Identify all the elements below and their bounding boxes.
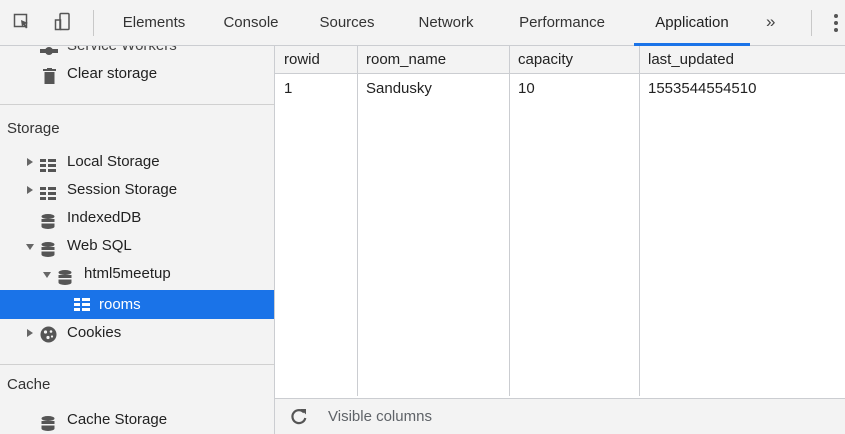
- expand-arrow-icon[interactable]: [27, 158, 33, 166]
- table-header: rowid room_name capacity last_updated: [275, 46, 845, 74]
- more-tabs-button[interactable]: »: [766, 0, 775, 46]
- sidebar-item-local-storage[interactable]: Local Storage: [0, 148, 274, 176]
- toolbar-separator: [93, 10, 94, 36]
- collapse-arrow-icon[interactable]: [43, 272, 51, 278]
- column-header-room-name[interactable]: room_name: [357, 46, 446, 74]
- sidebar-item-label: Web SQL: [67, 237, 132, 254]
- sidebar-item-web-sql[interactable]: Web SQL: [0, 232, 274, 260]
- reload-icon[interactable]: [289, 407, 309, 427]
- sidebar-item-label: html5meetup: [84, 265, 171, 282]
- expand-arrow-icon[interactable]: [27, 186, 33, 194]
- application-sidebar: Service Workers Clear storage Storage Lo…: [0, 46, 275, 434]
- data-grid: rowid room_name capacity last_updated 1 …: [275, 46, 845, 434]
- tab-sources[interactable]: Sources: [307, 0, 387, 46]
- sidebar-item-rooms[interactable]: rooms: [0, 290, 274, 319]
- column-header-capacity[interactable]: capacity: [509, 46, 573, 74]
- sidebar-item-cookies[interactable]: Cookies: [0, 319, 274, 347]
- table-cell: Sandusky: [366, 80, 432, 97]
- table-cell: 1553544554510: [648, 80, 757, 97]
- sidebar-item-label: Service Workers: [67, 46, 177, 60]
- tab-network[interactable]: Network: [404, 0, 488, 46]
- sidebar-item-label: Cache Storage: [67, 411, 168, 428]
- sidebar-item-label: Session Storage: [67, 181, 178, 198]
- sidebar-item-cache-storage[interactable]: Cache Storage: [0, 406, 274, 434]
- trash-icon: [43, 66, 56, 94]
- sidebar-item-label: IndexedDB: [67, 209, 142, 226]
- cookie-icon: [40, 325, 57, 353]
- grid-footer: Visible columns: [275, 398, 845, 434]
- sidebar-item-label: Local Storage: [67, 153, 160, 170]
- sidebar-item-label: rooms: [99, 296, 141, 313]
- sidebar-item-clear-storage[interactable]: Clear storage: [0, 60, 274, 88]
- visible-columns-filter[interactable]: Visible columns: [328, 399, 432, 434]
- tab-performance[interactable]: Performance: [504, 0, 620, 46]
- kebab-menu-icon[interactable]: [833, 12, 839, 34]
- device-toolbar-icon[interactable]: [52, 9, 76, 35]
- collapse-arrow-icon[interactable]: [26, 244, 34, 250]
- devtools-tab-bar: Elements Console Sources Network Perform…: [0, 0, 845, 46]
- section-divider: [0, 104, 274, 105]
- table-cell: 10: [518, 80, 535, 97]
- section-title-cache: Cache: [7, 376, 51, 393]
- sidebar-item-session-storage[interactable]: Session Storage: [0, 176, 274, 204]
- column-header-rowid[interactable]: rowid: [275, 46, 320, 74]
- section-title-storage: Storage: [7, 120, 60, 137]
- tab-application[interactable]: Application: [634, 0, 750, 46]
- sidebar-item-label: Cookies: [67, 324, 122, 341]
- sidebar-item-label: Clear storage: [67, 65, 158, 82]
- table-cell: 1: [284, 80, 293, 97]
- column-header-last-updated[interactable]: last_updated: [639, 46, 734, 74]
- toolbar-separator: [811, 10, 812, 36]
- sidebar-item-indexeddb[interactable]: IndexedDB: [0, 204, 274, 232]
- database-icon: [41, 413, 55, 434]
- tab-console[interactable]: Console: [213, 0, 289, 46]
- expand-arrow-icon[interactable]: [27, 329, 33, 337]
- grid-icon: [74, 298, 90, 316]
- sidebar-item-html5meetup[interactable]: html5meetup: [0, 260, 274, 288]
- tab-elements[interactable]: Elements: [111, 0, 197, 46]
- inspect-element-icon[interactable]: [10, 9, 34, 35]
- section-divider: [0, 364, 274, 365]
- sidebar-item-service-workers[interactable]: Service Workers: [0, 46, 274, 60]
